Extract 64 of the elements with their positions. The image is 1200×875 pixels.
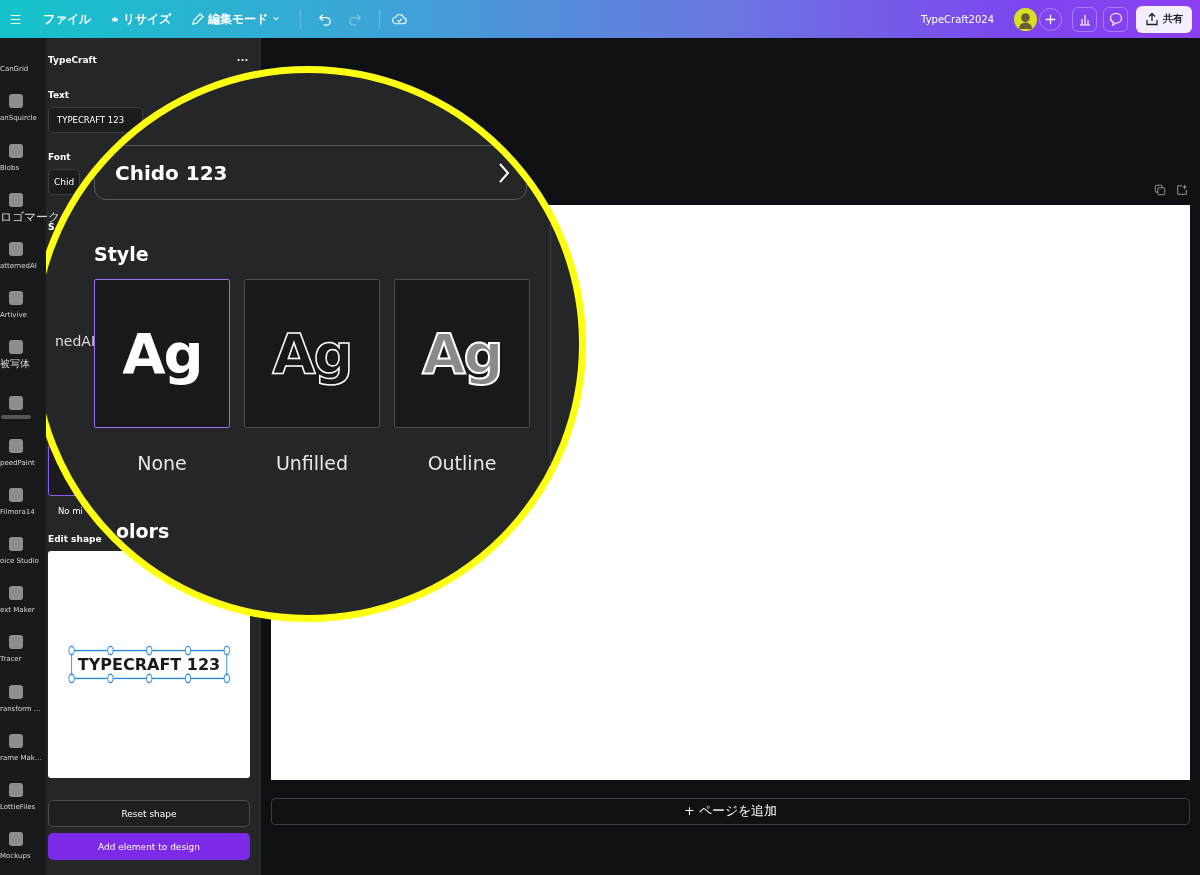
section-heading: Style (94, 243, 150, 265)
app-icon[interactable] (9, 395, 23, 410)
app-label[interactable]: ロゴマーク (0, 211, 60, 222)
section-label: Edit shape (48, 534, 102, 544)
app-icon[interactable] (9, 241, 23, 256)
comment-button[interactable] (1103, 6, 1128, 32)
style-sample: Ag (422, 321, 502, 386)
upload-icon (1145, 12, 1159, 26)
field-value: Chido 123 (115, 160, 228, 185)
app-icon[interactable] (9, 537, 23, 552)
add-collaborator-button[interactable] (1039, 7, 1062, 31)
app-icon[interactable] (9, 487, 23, 502)
app-icon[interactable] (9, 733, 23, 748)
font-select-field[interactable]: Chido 123 (94, 145, 527, 200)
app-icon[interactable] (9, 635, 23, 650)
cloud-check-icon[interactable] (392, 11, 407, 27)
add-element-button[interactable]: Add element to design (48, 833, 250, 860)
share-button[interactable]: 共有 (1136, 5, 1192, 33)
field-label: Text (48, 90, 70, 100)
add-page-icon[interactable] (1176, 184, 1188, 196)
style-option[interactable]: Ag (244, 279, 380, 428)
app-icon[interactable] (9, 438, 23, 453)
app-icon[interactable] (9, 586, 23, 601)
crown-icon (111, 15, 119, 23)
reset-shape-button[interactable]: Reset shape (48, 800, 250, 827)
section-label: S (48, 222, 55, 232)
chevron-down-icon (272, 15, 280, 23)
section-heading: olors (116, 520, 171, 542)
analytics-button[interactable] (1072, 6, 1097, 32)
style-label: None (137, 452, 187, 474)
app-icon[interactable] (9, 94, 23, 109)
style-option[interactable]: Ag (94, 279, 230, 428)
app-icon[interactable] (9, 832, 23, 847)
field-label: Font (48, 152, 71, 162)
speech-bubble-icon (1108, 12, 1123, 26)
style-option[interactable]: Ag (394, 279, 530, 428)
style-sample: Ag (272, 321, 352, 386)
app-icon[interactable] (9, 291, 23, 306)
preview-text: TYPECRAFT 123 (77, 655, 221, 674)
option-caption: No mi (58, 506, 83, 516)
bar-chart-icon (1077, 12, 1092, 26)
style-label: Outline (427, 452, 497, 474)
selection-frame[interactable] (67, 645, 231, 684)
avatar-icon[interactable] (1014, 7, 1037, 31)
style-sample: Ag (122, 321, 202, 386)
app-label[interactable]: 被写体 (0, 359, 30, 370)
app-icon[interactable] (9, 192, 23, 207)
app-icon[interactable] (9, 143, 23, 158)
chevron-right-icon (498, 161, 510, 184)
app-label: nedAI (55, 333, 96, 349)
duplicate-page-icon[interactable] (1154, 184, 1166, 196)
font-select-field[interactable]: Chid (48, 169, 80, 195)
app-icon[interactable] (9, 684, 23, 699)
text-input-field[interactable]: TYPECRAFT 123 (48, 107, 143, 133)
style-label: Unfilled (275, 452, 349, 474)
app-icon[interactable] (9, 340, 23, 355)
panel-title: TypeCraft (48, 55, 97, 65)
pencil-icon (191, 12, 204, 26)
field-value: TYPECRAFT 123 (57, 115, 125, 125)
scroll-handle[interactable] (1, 414, 31, 419)
document-title: TypeCraft2024 (921, 13, 994, 25)
add-page-button[interactable]: + ページを追加 (271, 798, 1190, 825)
field-value: Chid (54, 177, 75, 187)
more-options-icon[interactable] (237, 58, 248, 62)
